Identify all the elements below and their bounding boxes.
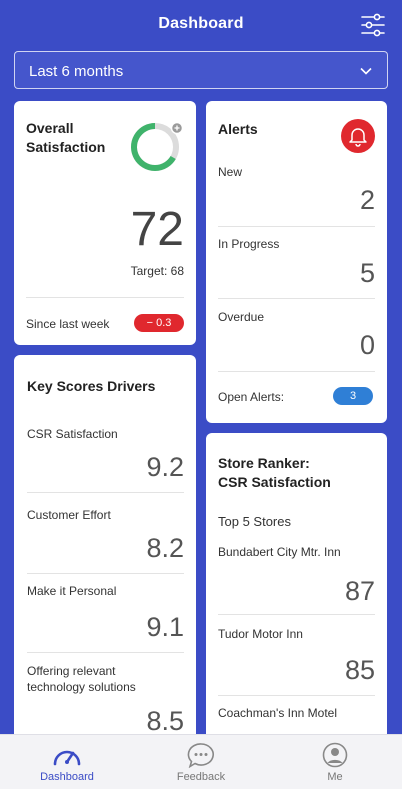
alert-value: 5 <box>359 258 375 288</box>
chat-bubble-icon <box>187 743 214 768</box>
ranker-title-line1: Store Ranker: <box>218 455 310 471</box>
tab-label: Me <box>327 771 343 783</box>
open-alerts-count[interactable]: 3 <box>333 387 373 405</box>
driver-value: 9.1 <box>146 612 184 642</box>
bell-badge[interactable] <box>341 119 375 153</box>
app-header: Dashboard <box>0 0 402 48</box>
divider <box>218 695 375 696</box>
ranker-title: Store Ranker: CSR Satisfaction <box>218 454 331 492</box>
divider <box>27 652 184 653</box>
alert-label: New <box>218 165 243 179</box>
period-select-value: Last 6 months <box>29 63 124 80</box>
alert-label: Overdue <box>218 310 265 324</box>
driver-label: Offering relevant technology solutions <box>27 663 136 695</box>
store-label: Coachman's Inn Motel <box>218 706 338 720</box>
store-label: Bundabert City Mtr. Inn <box>218 545 341 559</box>
divider <box>27 573 184 574</box>
satisfaction-title-line2: Satisfaction <box>26 139 106 155</box>
filter-button[interactable] <box>360 12 386 38</box>
drivers-title: Key Scores Drivers <box>27 378 156 394</box>
store-value: 87 <box>344 576 375 606</box>
tab-label: Dashboard <box>40 771 94 783</box>
satisfaction-ring-icon <box>131 121 184 171</box>
tab-label: Feedback <box>176 771 226 783</box>
store-ranker-card[interactable]: Store Ranker: CSR Satisfaction Top 5 Sto… <box>206 433 387 745</box>
driver-label: Make it Personal <box>27 584 117 598</box>
chevron-down-icon <box>360 67 372 75</box>
divider <box>27 492 184 493</box>
divider <box>218 298 375 299</box>
divider <box>218 614 375 615</box>
alerts-title: Alerts <box>218 121 258 137</box>
since-last-week-label: Since last week <box>26 317 110 331</box>
change-badge: − 0.3 <box>134 314 184 332</box>
tab-feedback[interactable]: Feedback <box>134 735 268 789</box>
tab-bar: Dashboard Feedback Me <box>0 734 402 789</box>
tab-me[interactable]: Me <box>268 735 402 789</box>
ranker-title-line2: CSR Satisfaction <box>218 474 331 490</box>
divider <box>218 371 375 372</box>
driver-label-line1: Offering relevant <box>27 664 116 678</box>
page-title: Dashboard <box>158 15 244 32</box>
alert-value: 2 <box>359 185 375 215</box>
sliders-icon <box>361 13 385 37</box>
driver-label-line2: technology solutions <box>27 680 136 694</box>
driver-label: Customer Effort <box>27 508 111 522</box>
satisfaction-title: Overall Satisfaction <box>26 119 105 157</box>
divider <box>26 297 184 298</box>
bell-icon <box>349 128 367 147</box>
driver-value: 8.5 <box>146 706 184 736</box>
satisfaction-score: 72 <box>130 203 184 256</box>
divider <box>218 226 375 227</box>
satisfaction-title-line1: Overall <box>26 120 74 136</box>
tab-dashboard[interactable]: Dashboard <box>0 735 134 789</box>
gauge-icon <box>53 750 81 766</box>
ranker-subtitle: Top 5 Stores <box>218 514 291 529</box>
driver-label: CSR Satisfaction <box>27 427 118 441</box>
satisfaction-target: Target: 68 <box>130 264 184 278</box>
period-select[interactable]: Last 6 months <box>14 51 388 89</box>
store-label: Tudor Motor Inn <box>218 627 303 641</box>
driver-value: 8.2 <box>146 533 184 563</box>
open-alerts-label: Open Alerts: <box>218 390 285 404</box>
store-value: 85 <box>344 655 375 685</box>
alerts-card[interactable]: Alerts New 2 In Progress 5 Overdue 0 Ope… <box>206 101 387 423</box>
user-icon <box>322 742 348 768</box>
overall-satisfaction-card[interactable]: Overall Satisfaction 72 Target: 68 Since… <box>14 101 196 345</box>
alert-label: In Progress <box>218 237 280 251</box>
alert-value: 0 <box>359 330 375 360</box>
key-scores-drivers-card[interactable]: Key Scores Drivers CSR Satisfaction 9.2 … <box>14 355 196 745</box>
driver-value: 9.2 <box>146 452 184 482</box>
